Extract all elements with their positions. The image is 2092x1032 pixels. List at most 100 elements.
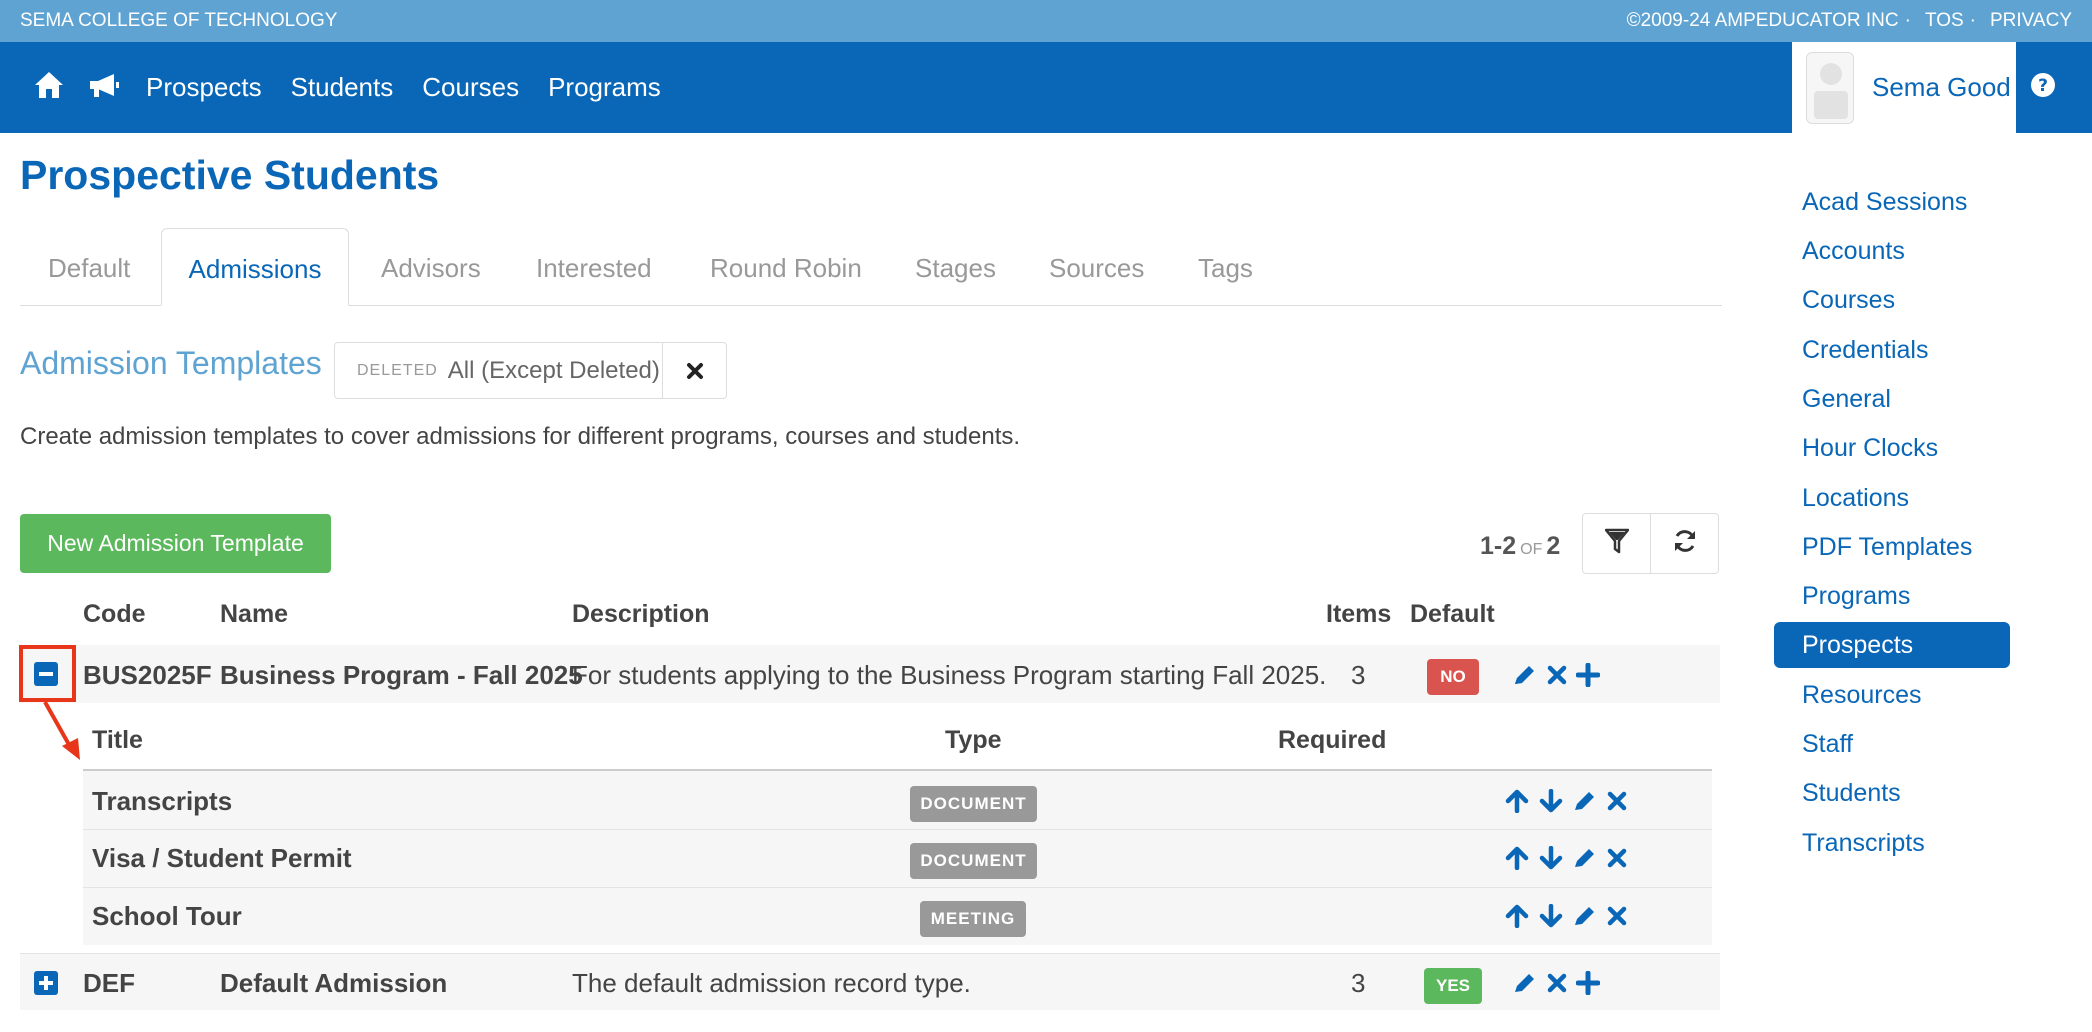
tab-tags[interactable]: Tags xyxy=(1198,228,1253,305)
subheader-title: Title xyxy=(92,726,143,754)
deleted-filter[interactable]: DELETED All (Except Deleted) xyxy=(334,342,727,399)
add-icon[interactable] xyxy=(1575,662,1601,692)
edit-icon[interactable] xyxy=(1572,789,1598,818)
sidebar-item-credentials[interactable]: Credentials xyxy=(1774,327,2010,373)
edit-icon[interactable] xyxy=(1512,663,1538,692)
row-description: The default admission record type. xyxy=(572,968,971,998)
copyright-text: ©2009-24 AMPEDUCATOR INC xyxy=(1626,10,1899,31)
header-description: Description xyxy=(572,600,710,628)
help-icon[interactable]: ? xyxy=(2030,72,2056,103)
row-code: DEF xyxy=(83,968,135,998)
sub-row-actions xyxy=(1504,845,1628,875)
megaphone-icon[interactable] xyxy=(88,72,120,105)
org-name: SEMA COLLEGE OF TECHNOLOGY xyxy=(20,10,338,31)
row-items: 3 xyxy=(1351,660,1366,690)
arrow-up-icon[interactable] xyxy=(1504,846,1530,875)
pagination-info: 1-2 OF 2 xyxy=(1480,532,1560,561)
sidebar-item-prospects[interactable]: Prospects xyxy=(1774,622,2010,668)
separator-dot: · xyxy=(1904,10,1911,31)
section-title: Admission Templates xyxy=(20,345,322,381)
header-default: Default xyxy=(1410,600,1495,628)
sidebar-item-courses[interactable]: Courses xyxy=(1774,277,2010,323)
tos-link[interactable]: TOS xyxy=(1925,10,1964,31)
pager-of: OF xyxy=(1520,541,1543,558)
nav-prospects[interactable]: Prospects xyxy=(146,72,262,103)
sub-row-title: School Tour xyxy=(92,901,242,931)
edit-icon[interactable] xyxy=(1512,971,1538,1000)
sidebar-item-hour-clocks[interactable]: Hour Clocks xyxy=(1774,425,2010,471)
header-name: Name xyxy=(220,600,289,628)
tab-default[interactable]: Default xyxy=(48,228,130,305)
expand-icon[interactable] xyxy=(34,971,58,1000)
filter-label: DELETED xyxy=(357,361,438,379)
nav-students[interactable]: Students xyxy=(291,72,394,103)
top-info-bar: SEMA COLLEGE OF TECHNOLOGY ©2009-24 AMPE… xyxy=(0,0,2092,42)
delete-icon[interactable] xyxy=(1546,971,1568,1000)
arrow-down-icon[interactable] xyxy=(1538,845,1564,875)
sidebar-item-staff[interactable]: Staff xyxy=(1774,721,2010,767)
type-badge: DOCUMENT xyxy=(910,843,1037,879)
privacy-link[interactable]: PRIVACY xyxy=(1990,10,2072,31)
home-icon[interactable] xyxy=(34,70,64,105)
arrow-annotation-icon xyxy=(42,700,84,767)
edit-icon[interactable] xyxy=(1572,846,1598,875)
sidebar-item-general[interactable]: General xyxy=(1774,376,2010,422)
row-code: BUS2025F xyxy=(83,660,212,690)
nav-links: Prospects Students Courses Programs xyxy=(146,42,690,133)
sub-row-title: Visa / Student Permit xyxy=(92,843,352,873)
default-badge: YES xyxy=(1424,968,1482,1004)
close-icon[interactable] xyxy=(662,343,726,398)
edit-icon[interactable] xyxy=(1572,904,1598,933)
section-description: Create admission templates to cover admi… xyxy=(20,423,1021,450)
sub-row-title: Transcripts xyxy=(92,786,233,816)
delete-icon[interactable] xyxy=(1606,904,1628,933)
filter-value[interactable]: All (Except Deleted) xyxy=(448,357,660,385)
sub-row xyxy=(83,888,1712,945)
separator-dot: · xyxy=(1969,10,1976,31)
add-icon[interactable] xyxy=(1575,970,1601,1000)
arrow-down-icon[interactable] xyxy=(1538,903,1564,933)
page-title: Prospective Students xyxy=(20,152,440,198)
type-badge: DOCUMENT xyxy=(910,786,1037,822)
tab-sources[interactable]: Sources xyxy=(1049,228,1144,305)
nav-courses[interactable]: Courses xyxy=(422,72,519,103)
arrow-up-icon[interactable] xyxy=(1504,904,1530,933)
row-name: Default Admission xyxy=(220,968,448,998)
pager-range: 1-2 xyxy=(1480,532,1517,560)
avatar xyxy=(1806,51,1854,124)
sidebar-item-pdf-templates[interactable]: PDF Templates xyxy=(1774,524,2010,570)
sub-row-actions xyxy=(1504,903,1628,933)
header-items: Items xyxy=(1326,600,1392,628)
sidebar-item-acad-sessions[interactable]: Acad Sessions xyxy=(1774,179,2010,225)
svg-text:?: ? xyxy=(2038,76,2048,96)
user-menu[interactable]: Sema Good xyxy=(1792,42,2016,133)
main-navbar: Prospects Students Courses Programs xyxy=(0,42,2092,133)
sidebar-item-programs[interactable]: Programs xyxy=(1774,573,2010,619)
sidebar-item-transcripts[interactable]: Transcripts xyxy=(1774,820,2010,866)
filter-button[interactable] xyxy=(1582,513,1651,574)
row-description: For students applying to the Business Pr… xyxy=(572,660,1327,690)
sidebar-item-students[interactable]: Students xyxy=(1774,770,2010,816)
delete-icon[interactable] xyxy=(1606,789,1628,818)
tab-bar: Default Admissions Advisors Interested R… xyxy=(20,228,1722,306)
subheader-type: Type xyxy=(945,726,1002,754)
arrow-down-icon[interactable] xyxy=(1538,788,1564,818)
new-admission-template-button[interactable]: New Admission Template xyxy=(20,514,331,573)
sidebar-item-resources[interactable]: Resources xyxy=(1774,672,2010,718)
tab-interested[interactable]: Interested xyxy=(536,228,652,305)
sidebar-item-accounts[interactable]: Accounts xyxy=(1774,228,2010,274)
tab-round-robin[interactable]: Round Robin xyxy=(710,228,862,305)
refresh-button[interactable] xyxy=(1650,513,1719,574)
nav-programs[interactable]: Programs xyxy=(548,72,661,103)
arrow-up-icon[interactable] xyxy=(1504,789,1530,818)
tab-stages[interactable]: Stages xyxy=(915,228,996,305)
refresh-icon xyxy=(1672,528,1698,559)
tab-advisors[interactable]: Advisors xyxy=(381,228,481,305)
header-code: Code xyxy=(83,600,146,628)
tab-admissions[interactable]: Admissions xyxy=(161,228,349,306)
sidebar-item-locations[interactable]: Locations xyxy=(1774,475,2010,521)
delete-icon[interactable] xyxy=(1606,846,1628,875)
top-links: ©2009-24 AMPEDUCATOR INC · TOS · PRIVACY xyxy=(1621,10,2072,32)
user-name: Sema Good xyxy=(1872,72,2011,102)
delete-icon[interactable] xyxy=(1546,663,1568,692)
